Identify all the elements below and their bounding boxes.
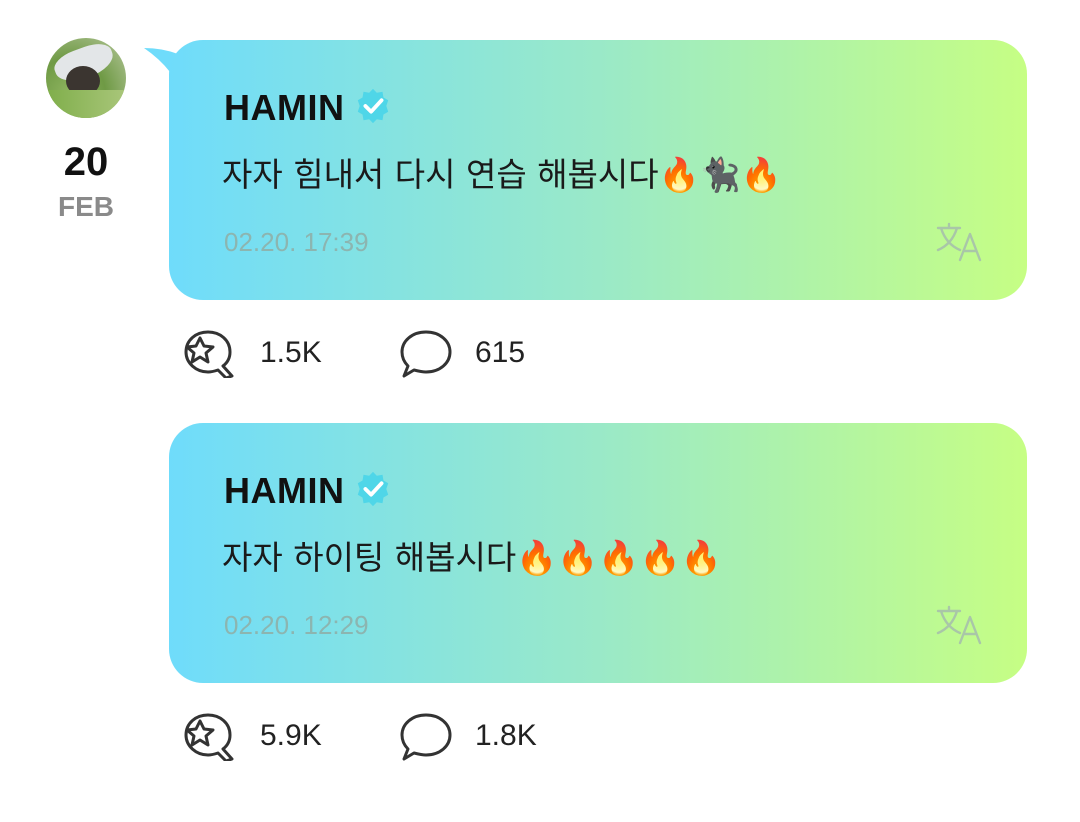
- post-message: 자자 하이팅 해봅시다🔥🔥🔥🔥🔥: [222, 538, 722, 577]
- post-timestamp: 02.20. 17:39: [224, 227, 369, 257]
- author-name[interactable]: HAMIN: [224, 470, 344, 512]
- verified-badge-icon: [357, 471, 389, 507]
- translate-icon[interactable]: [934, 220, 986, 262]
- like-icon[interactable]: [180, 711, 246, 761]
- post-bubble[interactable]: HAMIN 자자 하이팅 해봅시다🔥🔥🔥🔥🔥 02.20. 12:29: [169, 423, 1027, 683]
- like-icon[interactable]: [180, 328, 246, 378]
- verified-badge-icon: [357, 88, 389, 124]
- like-count: 5.9K: [260, 719, 322, 752]
- comment-icon[interactable]: [398, 711, 464, 761]
- comment-count: 1.8K: [475, 719, 537, 752]
- date-month: FEB: [58, 191, 114, 222]
- like-count: 1.5K: [260, 336, 322, 369]
- post-timestamp: 02.20. 12:29: [224, 610, 369, 640]
- post-bubble[interactable]: HAMIN 자자 힘내서 다시 연습 해봅시다🔥🐈‍⬛🔥 02.20. 17:3…: [169, 40, 1027, 300]
- comment-icon[interactable]: [398, 328, 464, 378]
- post-message: 자자 힘내서 다시 연습 해봅시다🔥🐈‍⬛🔥: [222, 155, 782, 194]
- translate-icon[interactable]: [934, 603, 986, 645]
- comment-count: 615: [475, 336, 526, 369]
- avatar[interactable]: [46, 38, 126, 118]
- date-day: 20: [63, 140, 109, 184]
- author-name[interactable]: HAMIN: [224, 87, 344, 129]
